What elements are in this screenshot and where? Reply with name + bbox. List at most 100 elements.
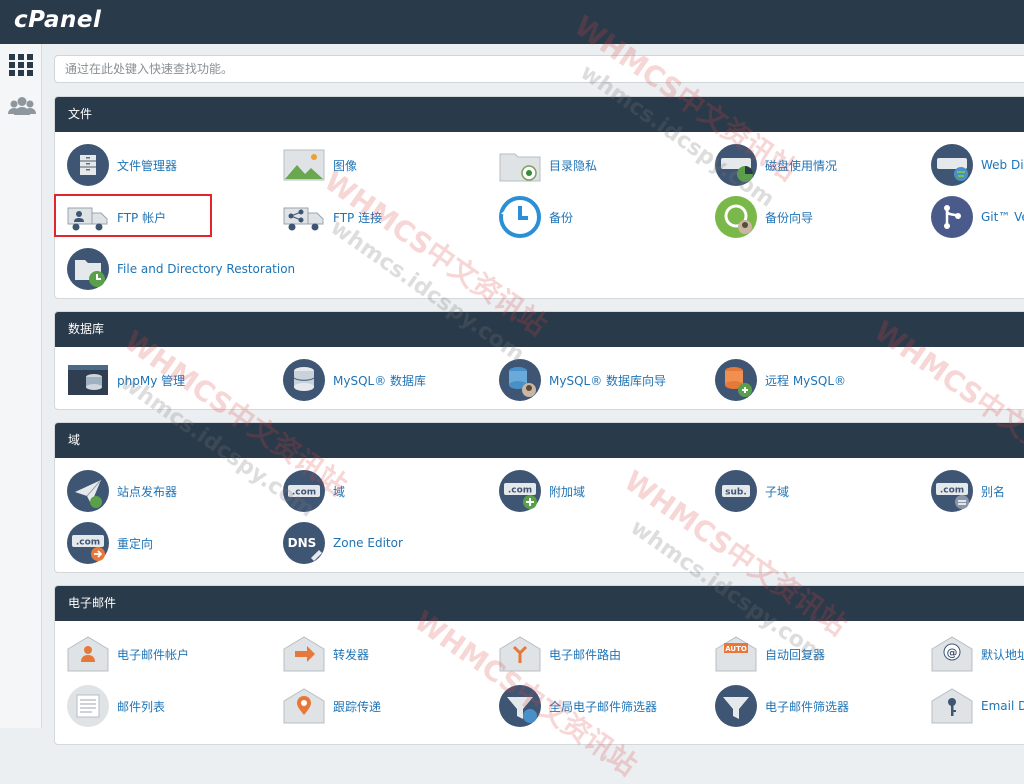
global-email-filters-label: 全局电子邮件筛选器 bbox=[549, 699, 658, 714]
addon-domains-link[interactable]: .com 附加域 bbox=[499, 469, 585, 513]
web-disk-link[interactable]: Web Disk bbox=[931, 143, 1024, 187]
git-icon bbox=[931, 196, 973, 238]
email-deliverability-link[interactable]: Email Deliverability bbox=[931, 684, 1024, 728]
mysql-databases-link[interactable]: MySQL® 数据库 bbox=[283, 358, 426, 402]
domains-section: 域 站点发布器 .com 域 .com 附加域 sub. 子域 .com 别名 … bbox=[54, 422, 1024, 573]
email-routing-label: 电子邮件路由 bbox=[549, 647, 622, 662]
default-address-icon: @ bbox=[931, 633, 973, 675]
svg-text:.com: .com bbox=[508, 486, 532, 496]
quick-search-input[interactable] bbox=[54, 55, 1024, 83]
svg-text:.com: .com bbox=[940, 486, 964, 496]
redirects-label: 重定向 bbox=[117, 536, 154, 551]
file-restoration-icon bbox=[67, 248, 109, 290]
git-link[interactable]: Git™ Version Control bbox=[931, 195, 1024, 239]
apps-grid-icon[interactable] bbox=[7, 51, 35, 79]
backup-wizard-icon bbox=[715, 196, 757, 238]
left-nav bbox=[0, 44, 42, 728]
backup-label: 备份 bbox=[549, 210, 574, 225]
site-publisher-label: 站点发布器 bbox=[117, 484, 178, 499]
file-manager-icon bbox=[67, 144, 109, 186]
zone-editor-link[interactable]: DNS Zone Editor bbox=[283, 521, 403, 565]
top-bar: cPanel bbox=[0, 0, 1024, 44]
backup-link[interactable]: 备份 bbox=[499, 195, 573, 239]
databases-section: 数据库 phpMy 管理 MySQL® 数据库 MySQL® 数据库向导 远程 … bbox=[54, 311, 1024, 410]
directory-privacy-link[interactable]: 目录隐私 bbox=[499, 143, 597, 187]
site-publisher-link[interactable]: 站点发布器 bbox=[67, 469, 177, 513]
mailing-lists-icon bbox=[67, 685, 109, 727]
default-address-label: 默认地址 bbox=[981, 647, 1024, 662]
web-disk-icon bbox=[931, 144, 973, 186]
users-icon[interactable] bbox=[7, 93, 36, 121]
addon-domains-label: 附加域 bbox=[549, 484, 586, 499]
remote-mysql-icon bbox=[715, 359, 757, 401]
backup-wizard-label: 备份向导 bbox=[765, 210, 814, 225]
autoresponders-label: 自动回复器 bbox=[765, 647, 826, 662]
file-manager-link[interactable]: 文件管理器 bbox=[67, 143, 177, 187]
remote-mysql-label: 远程 MySQL® bbox=[765, 373, 847, 388]
databases-section-title: 数据库 bbox=[55, 312, 1024, 347]
disk-usage-link[interactable]: 磁盘使用情况 bbox=[715, 143, 837, 187]
git-label: Git™ Version Control bbox=[981, 210, 1024, 224]
zone-editor-icon: DNS bbox=[283, 522, 325, 564]
disk-usage-label: 磁盘使用情况 bbox=[765, 158, 838, 173]
mysql-databases-label: MySQL® 数据库 bbox=[333, 373, 427, 388]
site-publisher-icon bbox=[67, 470, 109, 512]
email-filters-link[interactable]: 电子邮件筛选器 bbox=[715, 684, 849, 728]
directory-privacy-icon bbox=[499, 144, 541, 186]
email-routing-icon bbox=[499, 633, 541, 675]
remote-mysql-link[interactable]: 远程 MySQL® bbox=[715, 358, 846, 402]
forwarders-label: 转发器 bbox=[333, 647, 370, 662]
file-restoration-label: File and Directory Restoration bbox=[117, 262, 296, 276]
aliases-icon: .com bbox=[931, 470, 973, 512]
disk-usage-icon bbox=[715, 144, 757, 186]
ftp-connections-link[interactable]: FTP 连接 bbox=[283, 195, 382, 239]
images-link[interactable]: 图像 bbox=[283, 143, 357, 187]
file-manager-label: 文件管理器 bbox=[117, 158, 178, 173]
global-email-filters-icon bbox=[499, 685, 541, 727]
email-section: 电子邮件 电子邮件帐户 转发器 电子邮件路由 AUTO 自动回复器 @ 默认地址 bbox=[54, 585, 1024, 745]
email-routing-link[interactable]: 电子邮件路由 bbox=[499, 632, 621, 676]
svg-text:DNS: DNS bbox=[288, 536, 317, 550]
phpmyadmin-label: phpMy 管理 bbox=[117, 373, 186, 388]
forwarders-icon bbox=[283, 633, 325, 675]
addon-domains-icon: .com bbox=[499, 470, 541, 512]
domains-link[interactable]: .com 域 bbox=[283, 469, 345, 513]
track-delivery-icon bbox=[283, 685, 325, 727]
default-address-link[interactable]: @ 默认地址 bbox=[931, 632, 1024, 676]
track-delivery-label: 跟踪传递 bbox=[333, 699, 382, 714]
svg-text:.com: .com bbox=[76, 538, 100, 548]
domains-section-title: 域 bbox=[55, 423, 1024, 458]
domains-label: 域 bbox=[333, 484, 346, 499]
global-email-filters-link[interactable]: 全局电子邮件筛选器 bbox=[499, 684, 657, 728]
svg-text:sub.: sub. bbox=[725, 488, 747, 498]
ftp-connections-icon bbox=[283, 196, 325, 238]
zone-editor-label: Zone Editor bbox=[333, 536, 403, 550]
email-filters-label: 电子邮件筛选器 bbox=[765, 699, 850, 714]
mysql-databases-icon bbox=[283, 359, 325, 401]
mailing-lists-label: 邮件列表 bbox=[117, 699, 166, 714]
cpanel-logo[interactable]: cPanel bbox=[14, 7, 101, 33]
svg-text:AUTO: AUTO bbox=[725, 645, 747, 653]
email-accounts-link[interactable]: 电子邮件帐户 bbox=[67, 632, 189, 676]
phpmyadmin-icon bbox=[67, 359, 109, 401]
aliases-link[interactable]: .com 别名 bbox=[931, 469, 1005, 513]
mailing-lists-link[interactable]: 邮件列表 bbox=[67, 684, 165, 728]
subdomains-icon: sub. bbox=[715, 470, 757, 512]
directory-privacy-label: 目录隐私 bbox=[549, 158, 598, 173]
ftp-accounts-highlight bbox=[54, 194, 212, 237]
subdomains-link[interactable]: sub. 子域 bbox=[715, 469, 789, 513]
autoresponders-link[interactable]: AUTO 自动回复器 bbox=[715, 632, 825, 676]
backup-wizard-link[interactable]: 备份向导 bbox=[715, 195, 813, 239]
file-restoration-link[interactable]: File and Directory Restoration bbox=[67, 247, 295, 291]
autoresponders-icon: AUTO bbox=[715, 633, 757, 675]
mysql-wizard-label: MySQL® 数据库向导 bbox=[549, 373, 667, 388]
track-delivery-link[interactable]: 跟踪传递 bbox=[283, 684, 381, 728]
images-label: 图像 bbox=[333, 158, 358, 173]
redirects-link[interactable]: .com 重定向 bbox=[67, 521, 153, 565]
phpmyadmin-link[interactable]: phpMy 管理 bbox=[67, 358, 185, 402]
svg-text:@: @ bbox=[947, 646, 958, 659]
mysql-wizard-link[interactable]: MySQL® 数据库向导 bbox=[499, 358, 666, 402]
forwarders-link[interactable]: 转发器 bbox=[283, 632, 369, 676]
email-accounts-label: 电子邮件帐户 bbox=[117, 647, 190, 662]
images-icon bbox=[283, 144, 325, 186]
